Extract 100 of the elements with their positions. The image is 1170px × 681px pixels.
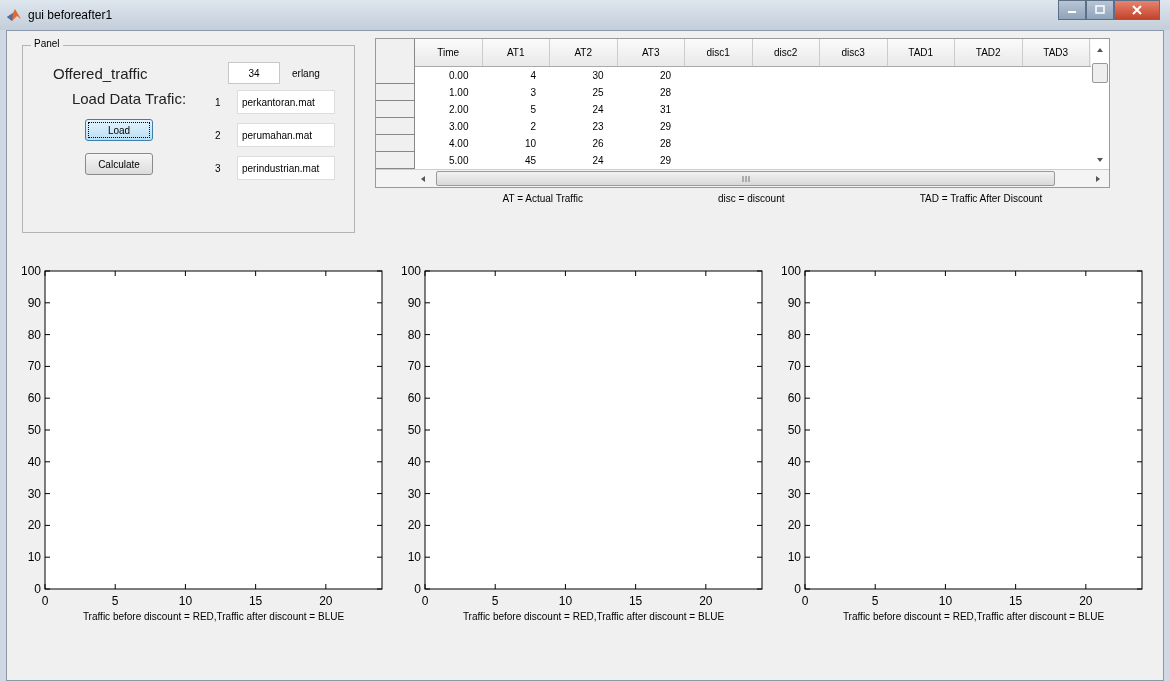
legend-note: disc = discount [718,193,785,204]
file-field[interactable]: perindustrian.mat [237,156,335,180]
tick-label: 10 [558,594,573,608]
axis-label: Traffic before discount = RED,Traffic after discount = BLUE [842,611,1105,622]
tick-label: 10 [27,550,41,565]
scroll-right-icon[interactable] [1095,174,1101,183]
table-cell-text: 1.00 [448,86,470,100]
file-field[interactable]: perumahan.mat [237,123,335,147]
legend-note: TAD = Traffic After Discount [919,193,1043,204]
tick-label: 40 [407,454,421,469]
table-cell-text: 3 [529,86,537,100]
tick-label: 15 [628,594,643,608]
tick-label: 5 [111,594,119,608]
tick-label: 0 [794,582,801,596]
scroll-thumb[interactable] [436,171,1055,186]
scroll-up-icon[interactable] [1096,47,1104,53]
tick-label: 20 [27,518,41,533]
offered-traffic-field[interactable]: 34 [228,62,280,84]
tick-label: 0 [801,594,809,608]
tick-label: 90 [27,295,41,310]
legend-note: AT = Actual Traffic [502,193,583,204]
column-header[interactable]: AT2 [550,39,618,66]
scroll-thumb[interactable] [1092,63,1108,83]
unit-label: erlang [292,67,320,79]
table-cell-text: 28 [658,137,672,151]
column-header[interactable]: TAD1 [887,39,955,66]
tick-label: 100 [400,264,421,278]
column-header[interactable]: disc3 [820,39,888,66]
tick-label: 10 [787,550,801,565]
table-cell-text: 4.00 [448,137,470,151]
table-cell-text: 29 [658,120,672,134]
tick-label: 40 [787,454,801,469]
horizontal-scrollbar[interactable] [376,169,1109,187]
table-cell-text: 25 [591,86,605,100]
window-title: gui beforeafter1 [28,8,114,22]
table-cell-text: 23 [591,120,605,134]
tick-label: 5 [491,594,499,608]
table-cell-text: 24 [591,154,605,168]
file-number: 2 [215,129,222,141]
tick-label: 0 [421,594,429,608]
tick-label: 60 [787,391,801,406]
tick-label: 70 [787,359,801,374]
push-button[interactable]: Load [85,119,153,141]
grip-icon [741,175,750,182]
column-header[interactable]: TAD2 [955,39,1023,66]
minimize-button[interactable] [1058,0,1086,20]
app-icon [6,7,22,23]
tick-label: 70 [407,359,421,374]
close-button[interactable] [1114,0,1160,20]
tick-label: 80 [27,327,41,342]
file-field[interactable]: perkantoran.mat [237,90,335,114]
file-number: 1 [215,96,222,108]
axis-label: Traffic before discount = RED,Traffic after discount = BLUE [462,611,725,622]
tick-label: 20 [787,518,801,533]
tick-label: 30 [407,486,421,501]
table-cell-text: 2 [529,120,537,134]
column-header[interactable]: AT1 [482,39,550,66]
tick-label: 30 [27,486,41,501]
tick-label: 50 [407,423,421,437]
close-icon[interactable] [1132,5,1142,15]
tick-label: 20 [407,518,421,533]
table-cell-text: 24 [591,103,605,117]
tick-label: 10 [938,594,953,608]
tick-label: 0 [41,594,49,608]
table-cell-text: 4 [529,69,537,83]
tick-label: 10 [178,594,193,608]
column-header[interactable]: Time [415,39,483,66]
tick-label: 50 [787,423,801,437]
tick-label: 0 [34,582,41,596]
offered-traffic-label: Offered_traffic [53,64,149,82]
scroll-left-icon[interactable] [420,174,426,183]
column-header[interactable]: TAD3 [1022,39,1090,66]
table-cell-text: 30 [591,69,605,83]
table-cell-text: 31 [658,103,672,117]
tick-label: 20 [699,594,713,608]
maximize-icon[interactable] [1095,5,1105,15]
load-data-label: Load Data Trafic: [71,90,187,107]
tick-label: 80 [407,327,421,342]
tick-label: 100 [20,264,41,278]
table-cell-text: 10 [523,137,537,151]
table-cell-text: 26 [591,137,605,151]
tick-label: 20 [319,594,333,608]
tick-label: 40 [27,454,41,469]
column-header[interactable]: disc1 [685,39,753,66]
column-header[interactable]: AT3 [617,39,685,66]
maximize-button[interactable] [1086,0,1114,20]
tick-label: 30 [787,486,801,501]
tick-label: 90 [407,295,421,310]
table-cell-text: 45 [523,154,537,168]
scroll-down-icon[interactable] [1096,157,1104,163]
table-cell-text: 3.00 [448,120,470,134]
tick-label: 70 [27,359,41,374]
table-cell-text: 0.00 [448,69,470,83]
push-button[interactable]: Calculate [85,153,153,175]
axis-label: Traffic before discount = RED,Traffic after discount = BLUE [82,611,345,622]
tick-label: 15 [1008,594,1023,608]
column-header[interactable]: disc2 [752,39,820,66]
tick-label: 15 [248,594,263,608]
file-number: 3 [215,162,222,174]
tick-label: 50 [27,423,41,437]
